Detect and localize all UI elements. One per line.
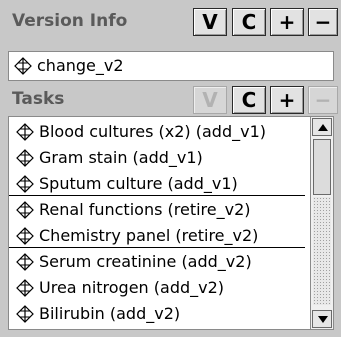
version-item-label: change_v2 [37, 56, 124, 75]
version-info-header: Version Info V C + − [6, 4, 338, 38]
diamond-compass-icon [16, 201, 34, 219]
scroll-down-button[interactable] [312, 310, 332, 328]
task-item-label: Gram stain (add_v1) [39, 148, 203, 167]
tasks-add-button[interactable]: + [270, 86, 304, 114]
tasks-header: Tasks V C + − [6, 82, 338, 116]
task-item-label: Serum creatinine (add_v2) [39, 252, 252, 271]
arrow-down-icon [318, 316, 328, 323]
diamond-compass-icon [16, 305, 34, 323]
task-item-label: Chemistry panel (retire_v2) [39, 226, 259, 245]
tasks-v-button[interactable]: V [193, 86, 227, 114]
diamond-compass-icon [16, 149, 34, 167]
version-v-button[interactable]: V [193, 8, 227, 36]
tasks-scrollbar[interactable] [310, 117, 333, 329]
tasks-list-rows: Blood cultures (x2) (add_v1) Gram stain (… [9, 119, 305, 329]
diamond-compass-icon [16, 253, 34, 271]
diamond-compass-icon [16, 175, 34, 193]
version-add-button[interactable]: + [270, 8, 304, 36]
diamond-compass-icon [16, 123, 34, 141]
tasks-title: Tasks [12, 89, 65, 109]
arrow-up-icon [318, 124, 328, 131]
version-info-title: Version Info [12, 11, 128, 31]
version-tasks-panel: Version Info V C + − change_v2 Tasks V C… [0, 0, 341, 337]
diamond-compass-icon [16, 279, 34, 297]
task-item-label: Urea nitrogen (add_v2) [39, 278, 225, 297]
diamond-compass-icon [16, 227, 34, 245]
task-item-label: Sputum culture (add_v1) [39, 174, 238, 193]
version-remove-button[interactable]: − [308, 8, 338, 36]
tasks-list: Blood cultures (x2) (add_v1) Gram stain (… [8, 116, 334, 330]
diamond-compass-icon [14, 57, 32, 75]
task-item-label: Bilirubin (add_v2) [39, 304, 181, 323]
scroll-thumb[interactable] [313, 139, 331, 195]
task-item-label: Renal functions (retire_v2) [39, 200, 251, 219]
tasks-remove-button[interactable]: − [308, 86, 338, 114]
scroll-up-button[interactable] [312, 118, 332, 136]
scroll-track[interactable] [313, 197, 331, 305]
version-c-button[interactable]: C [232, 8, 266, 36]
task-item-label: Blood cultures (x2) (add_v1) [39, 122, 266, 141]
version-list: change_v2 [8, 51, 334, 81]
tasks-c-button[interactable]: C [232, 86, 266, 114]
